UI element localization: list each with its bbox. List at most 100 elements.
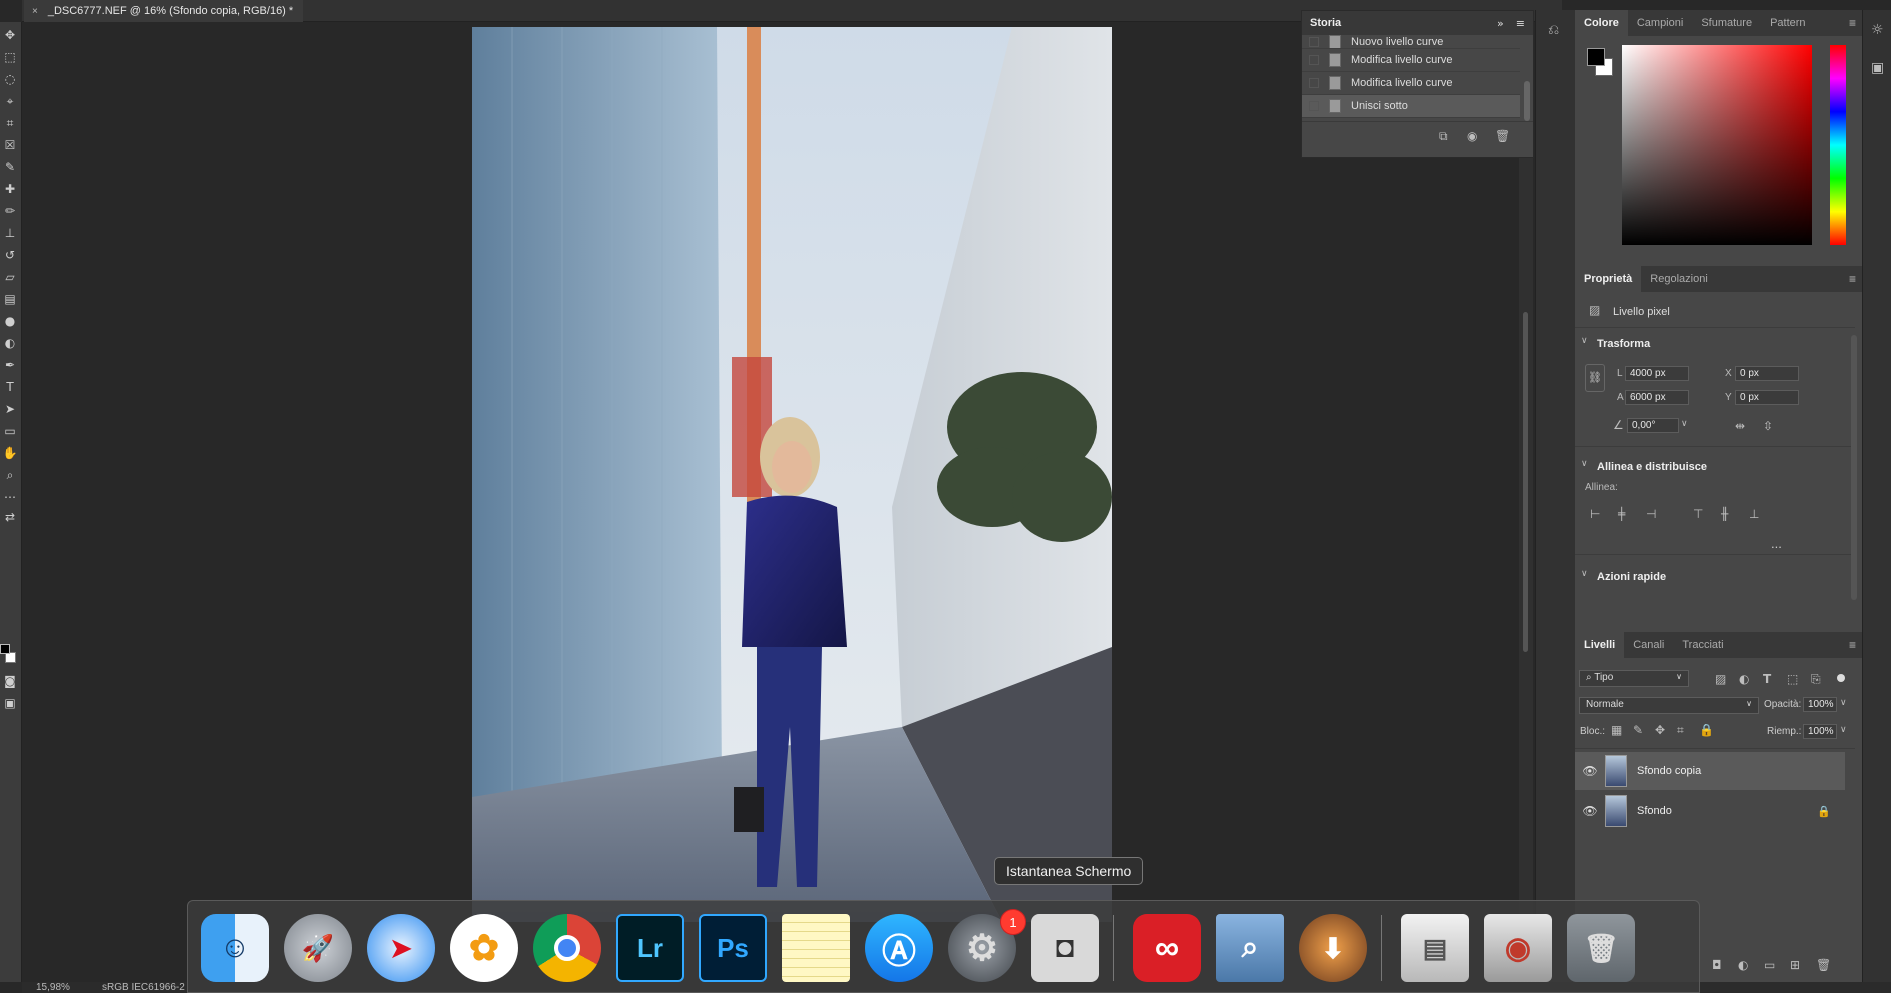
hue-slider[interactable] (1830, 45, 1846, 245)
lock-artboard-icon[interactable]: ⌗ (1677, 723, 1684, 738)
screen-mode-icon[interactable]: ▣ (1, 694, 19, 712)
libraries-icon[interactable]: ▣ (1871, 60, 1884, 76)
shape-tool-icon[interactable]: ▭ (1, 422, 19, 440)
quick-mask-icon[interactable]: ◙ (1, 672, 19, 690)
flip-vertical-icon[interactable]: ⇳ (1763, 419, 1773, 433)
new-document-from-state-icon[interactable]: ⧉ (1439, 129, 1448, 144)
filter-type-icon[interactable]: T (1763, 672, 1771, 686)
new-layer-icon[interactable]: ⊞ (1790, 958, 1800, 972)
history-step-selected[interactable]: Unisci sotto (1302, 95, 1520, 118)
panel-menu-icon[interactable]: ≡ (1849, 638, 1856, 652)
close-tab-icon[interactable]: × (32, 6, 38, 17)
layer-filter-select[interactable]: ⌕ Tipo ∨ (1579, 670, 1689, 687)
layer-row[interactable]: 👁 Sfondo 🔒 (1575, 792, 1845, 830)
quick-actions-title[interactable]: Azioni rapide (1597, 571, 1666, 583)
visibility-eye-icon[interactable]: 👁 (1575, 804, 1605, 818)
trash-icon[interactable]: 🗑 (1495, 129, 1510, 143)
foreground-color-swatch[interactable] (0, 644, 10, 654)
align-right-icon[interactable]: ⊣ (1646, 507, 1656, 521)
snapshot-camera-icon[interactable]: ◉ (1467, 129, 1477, 143)
utility-drive-icon[interactable]: ▤ (1401, 914, 1469, 982)
filter-toggle[interactable] (1837, 674, 1845, 682)
document-tab[interactable]: × _DSC6777.NEF @ 16% (Sfondo copia, RGB/… (24, 0, 304, 22)
type-tool-icon[interactable]: T (1, 378, 19, 396)
tab-livelli[interactable]: Livelli (1575, 632, 1625, 658)
lock-position-icon[interactable]: ✥ (1655, 723, 1665, 737)
brush-tool-icon[interactable]: ✏ (1, 202, 19, 220)
gradient-tool-icon[interactable]: ▤ (1, 290, 19, 308)
history-panel-icon[interactable]: ⎌ (1548, 22, 1559, 38)
zoom-level[interactable]: 15,98% (36, 982, 70, 993)
chevron-down-icon[interactable]: ∨ (1581, 569, 1588, 579)
photos-icon[interactable]: ✿ (450, 914, 518, 982)
align-bottom-icon[interactable]: ⊥ (1749, 507, 1759, 521)
canvas-area[interactable] (22, 22, 1537, 982)
chevron-down-icon[interactable]: ∨ (1681, 419, 1688, 429)
chevron-down-icon[interactable]: ∨ (1840, 725, 1847, 735)
photoshop-icon[interactable]: Ps (699, 914, 767, 982)
tab-sfumature[interactable]: Sfumature (1692, 10, 1761, 36)
learn-bulb-icon[interactable]: ☼ (1871, 22, 1884, 38)
marquee-tool-icon[interactable]: ⬚ (1, 48, 19, 66)
lock-transparency-icon[interactable]: ▦ (1611, 723, 1622, 737)
filter-pixel-icon[interactable]: ▨ (1715, 672, 1726, 686)
creative-cloud-icon[interactable]: ∞ (1133, 914, 1201, 982)
launchpad-icon[interactable]: 🚀 (284, 914, 352, 982)
new-group-icon[interactable]: ▭ (1764, 958, 1775, 972)
history-step[interactable]: Modifica livello curve (1302, 72, 1520, 95)
stamp-tool-icon[interactable]: ⊥ (1, 224, 19, 242)
history-step[interactable]: Modifica livello curve (1302, 49, 1520, 72)
chevron-down-icon[interactable]: ∨ (1581, 459, 1588, 469)
tab-canali[interactable]: Canali (1624, 632, 1673, 658)
quick-select-tool-icon[interactable]: ⌖ (1, 92, 19, 110)
eraser-tool-icon[interactable]: ▱ (1, 268, 19, 286)
panel-menu-icon[interactable]: ≡ (1516, 17, 1525, 30)
tab-proprieta[interactable]: Proprietà (1575, 266, 1642, 292)
layer-row-selected[interactable]: 👁 Sfondo copia (1575, 752, 1845, 790)
history-brush-tool-icon[interactable]: ↺ (1, 246, 19, 264)
color-profile[interactable]: sRGB IEC61966-2 (102, 982, 185, 993)
notes-icon[interactable] (782, 914, 850, 982)
trash-icon[interactable]: 🗑 (1567, 914, 1635, 982)
dodge-tool-icon[interactable]: ◐ (1, 334, 19, 352)
lightroom-icon[interactable]: Lr (616, 914, 684, 982)
move-tool-icon[interactable]: ✥ (1, 26, 19, 44)
opacity-field[interactable]: 100% (1803, 697, 1837, 712)
finder-icon[interactable]: ☺ (201, 914, 269, 982)
lock-all-icon[interactable]: 🔒 (1699, 723, 1714, 737)
tab-colore[interactable]: Colore (1575, 10, 1628, 36)
filter-adjustment-icon[interactable]: ◐ (1739, 672, 1749, 686)
foreground-color-swatch[interactable] (1587, 48, 1605, 66)
crop-tool-icon[interactable]: ⌗ (1, 114, 19, 132)
blend-mode-select[interactable]: Normale ∨ (1579, 697, 1759, 714)
link-dimensions-icon[interactable]: ⛓ (1585, 364, 1605, 392)
zoom-tool-icon[interactable]: ⌕ (1, 466, 19, 484)
tab-regolazioni[interactable]: Regolazioni (1641, 266, 1716, 292)
swap-colors-icon[interactable]: ⇄ (1, 508, 19, 526)
safari-compass-icon[interactable]: ➤ (367, 914, 435, 982)
more-tools-icon[interactable]: ⋯ (1, 488, 19, 506)
transform-section-title[interactable]: Trasforma (1597, 338, 1650, 350)
frame-tool-icon[interactable]: ☒ (1, 136, 19, 154)
path-select-tool-icon[interactable]: ➤ (1, 400, 19, 418)
canvas-vertical-scrollbar[interactable] (1519, 22, 1533, 982)
panel-menu-icon[interactable]: ≡ (1849, 16, 1856, 30)
hand-tool-icon[interactable]: ✋ (1, 444, 19, 462)
fill-field[interactable]: 100% (1803, 724, 1837, 739)
properties-scrollbar[interactable] (1851, 335, 1857, 600)
trash-icon[interactable]: 🗑 (1816, 958, 1831, 972)
filter-shape-icon[interactable]: ⬚ (1787, 672, 1798, 686)
height-field[interactable]: 6000 px (1625, 390, 1689, 405)
x-position-field[interactable]: 0 px (1735, 366, 1799, 381)
tab-campioni[interactable]: Campioni (1628, 10, 1692, 36)
healing-tool-icon[interactable]: ✚ (1, 180, 19, 198)
history-scrollbar[interactable] (1524, 81, 1530, 121)
document-image[interactable] (472, 27, 1112, 922)
chrome-icon[interactable] (533, 914, 601, 982)
eyedropper-tool-icon[interactable]: ✎ (1, 158, 19, 176)
y-position-field[interactable]: 0 px (1735, 390, 1799, 405)
history-step[interactable]: Nuovo livello curve (1302, 35, 1520, 49)
color-picker-field[interactable] (1622, 45, 1812, 245)
align-left-icon[interactable]: ⊢ (1590, 507, 1600, 521)
align-center-horizontal-icon[interactable]: ╪ (1618, 507, 1625, 521)
